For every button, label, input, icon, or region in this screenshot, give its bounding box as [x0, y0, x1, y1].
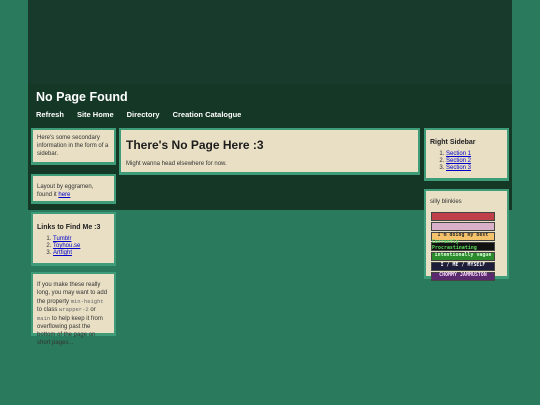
code-min-height: min-height	[70, 297, 104, 305]
layout-credit-link[interactable]: here	[58, 192, 70, 198]
top-nav: Refresh Site Home Directory Creation Cat…	[36, 110, 254, 119]
tip-text-part: to class	[37, 307, 60, 314]
link-toyhouse[interactable]: Toyhou.se	[53, 243, 80, 249]
link-tumblr[interactable]: Tumblr	[53, 236, 71, 242]
blinkies-title: silly blinkies	[430, 199, 462, 205]
link-artfight[interactable]: Artfight	[53, 250, 72, 256]
links-list: Tumblr Toyhou.se Artfight	[37, 236, 110, 258]
tip-text: If you make these really long, you may w…	[33, 274, 114, 352]
layout-credit-box: Layout by eggramen, found it here	[31, 174, 116, 204]
blinkie-image: CHOMMY JAMMUSTON	[431, 271, 495, 281]
left-sidebar-info-text: Here's some secondary information in the…	[37, 135, 109, 157]
links-title: Links to Find Me :3	[37, 224, 101, 231]
page-heading: There's No Page Here :3	[126, 138, 264, 152]
site-title: No Page Found	[36, 90, 128, 104]
main-content-box: There's No Page Here :3 Might wanna head…	[119, 128, 420, 175]
list-item: Section 1	[446, 151, 503, 158]
links-box: Links to Find Me :3 Tumblr Toyhou.se Art…	[31, 212, 116, 266]
blinkie-image: I / ME / MYSELF	[431, 261, 495, 271]
section-2-link[interactable]: Section 2	[446, 158, 471, 164]
code-wrapper-2: wrapper-2	[59, 306, 89, 314]
list-item: Section 2	[446, 158, 503, 165]
sections-list: Section 1 Section 2 Section 3	[430, 151, 503, 173]
section-1-link[interactable]: Section 1	[446, 151, 471, 157]
page-body-text: Might wanna head elsewhere for now.	[126, 160, 227, 167]
list-item: Toyhou.se	[53, 243, 110, 250]
blinkie-image: intentionally vague	[431, 251, 495, 261]
blinkie-image	[431, 221, 495, 231]
blinkies-list: I'm doing my best Currently Procrastinati…	[430, 211, 503, 281]
list-item: Artfight	[53, 250, 110, 257]
blinkie-image: Currently Procrastinating	[431, 240, 495, 251]
list-item: Tumblr	[53, 236, 110, 243]
right-sidebar-title: Right Sidebar	[430, 139, 476, 146]
tip-box: If you make these really long, you may w…	[31, 272, 116, 346]
list-item: Section 3	[446, 165, 503, 172]
nav-site-home[interactable]: Site Home	[77, 110, 114, 119]
nav-creation-catalogue[interactable]: Creation Catalogue	[173, 110, 242, 119]
tip-text-part: or	[88, 307, 96, 314]
right-sidebar-box: Right Sidebar Section 1 Section 2 Sectio…	[424, 128, 509, 181]
blinkie-image	[431, 211, 495, 221]
nav-directory[interactable]: Directory	[127, 110, 160, 119]
section-3-link[interactable]: Section 3	[446, 165, 471, 171]
left-sidebar-info-box: Here's some secondary information in the…	[31, 128, 116, 165]
nav-refresh[interactable]: Refresh	[36, 110, 64, 119]
code-main: main	[37, 315, 51, 323]
header-banner	[28, 0, 512, 84]
blinkies-box: silly blinkies I'm doing my best Currentl…	[424, 189, 509, 281]
